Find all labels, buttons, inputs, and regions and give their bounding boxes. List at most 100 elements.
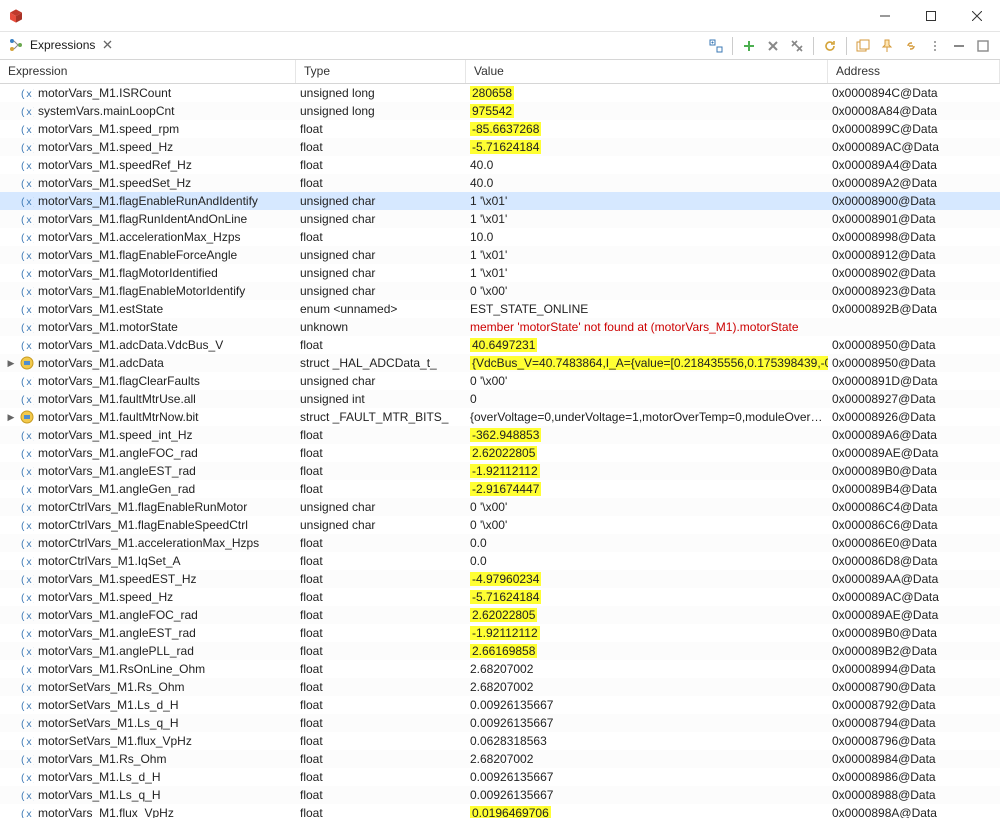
value-cell[interactable]: 1 '\x01' [466,194,828,208]
table-row[interactable]: (x)=motorVars_M1.angleEST_radfloat-1.921… [0,624,1000,642]
table-row[interactable]: (x)=motorSetVars_M1.Rs_Ohmfloat2.6820700… [0,678,1000,696]
table-row[interactable]: (x)=motorVars_M1.flagMotorIdentifiedunsi… [0,264,1000,282]
table-row[interactable]: (x)=systemVars.mainLoopCntunsigned long9… [0,102,1000,120]
table-row[interactable]: (x)=motorCtrlVars_M1.flagEnableSpeedCtrl… [0,516,1000,534]
value-cell[interactable]: 2.62022805 [466,608,828,622]
value-cell[interactable]: 1 '\x01' [466,248,828,262]
refresh-button[interactable] [819,35,841,57]
table-row[interactable]: (x)=motorVars_M1.RsOnLine_Ohmfloat2.6820… [0,660,1000,678]
value-cell[interactable]: 1 '\x01' [466,212,828,226]
value-cell[interactable]: {VdcBus_V=40.7483864,I_A={value=[0.21843… [466,356,828,370]
value-cell[interactable]: {overVoltage=0,underVoltage=1,motorOverT… [466,410,828,424]
col-address[interactable]: Address [828,60,1000,83]
table-row[interactable]: (x)=motorVars_M1.flagClearFaultsunsigned… [0,372,1000,390]
value-cell[interactable]: member 'motorState' not found at (motorV… [466,320,828,334]
table-row[interactable]: (x)=motorVars_M1.Ls_d_Hfloat0.0092613566… [0,768,1000,786]
value-cell[interactable]: 1 '\x01' [466,266,828,280]
value-cell[interactable]: 280658 [466,86,828,100]
table-row[interactable]: (x)=motorSetVars_M1.Ls_d_Hfloat0.0092613… [0,696,1000,714]
value-cell[interactable]: -5.71624184 [466,590,828,604]
link-button[interactable] [900,35,922,57]
table-row[interactable]: (x)=motorVars_M1.speed_Hzfloat-5.7162418… [0,138,1000,156]
value-cell[interactable]: 0.00926135667 [466,716,828,730]
col-expression[interactable]: Expression [0,60,296,83]
value-cell[interactable]: -85.6637268 [466,122,828,136]
value-cell[interactable]: -4.97960234 [466,572,828,586]
table-row[interactable]: (x)=motorCtrlVars_M1.IqSet_Afloat0.00x00… [0,552,1000,570]
table-row[interactable]: (x)=motorVars_M1.speedRef_Hzfloat40.00x0… [0,156,1000,174]
value-cell[interactable]: 0.0628318563 [466,734,828,748]
table-row[interactable]: (x)=motorVars_M1.speed_rpmfloat-85.66372… [0,120,1000,138]
value-cell[interactable]: 0.0196469706 [466,806,828,818]
table-row[interactable]: (x)=motorVars_M1.adcData.VdcBus_Vfloat40… [0,336,1000,354]
panel-minimize-button[interactable] [948,35,970,57]
remove-all-button[interactable] [786,35,808,57]
table-row[interactable]: (x)=motorVars_M1.flagEnableForceAngleuns… [0,246,1000,264]
view-menu-button[interactable] [924,35,946,57]
value-cell[interactable]: 40.0 [466,176,828,190]
table-row[interactable]: (x)=motorCtrlVars_M1.flagEnableRunMotoru… [0,498,1000,516]
value-cell[interactable]: 0.00926135667 [466,788,828,802]
panel-maximize-button[interactable] [972,35,994,57]
window-maximize-button[interactable] [908,0,954,31]
remove-selected-button[interactable] [762,35,784,57]
table-row[interactable]: (x)=motorVars_M1.Rs_Ohmfloat2.682070020x… [0,750,1000,768]
value-cell[interactable]: -1.92112112 [466,464,828,478]
table-row[interactable]: (x)=motorSetVars_M1.flux_VpHzfloat0.0628… [0,732,1000,750]
table-row[interactable]: ▶motorVars_M1.faultMtrNow.bitstruct _FAU… [0,408,1000,426]
table-row[interactable]: (x)=motorVars_M1.flagEnableMotorIdentify… [0,282,1000,300]
table-row[interactable]: (x)=motorVars_M1.angleFOC_radfloat2.6202… [0,444,1000,462]
table-row[interactable]: (x)=motorVars_M1.speedEST_Hzfloat-4.9796… [0,570,1000,588]
value-cell[interactable]: 2.68207002 [466,680,828,694]
pin-button[interactable] [876,35,898,57]
value-cell[interactable]: 0.0 [466,536,828,550]
tab-expressions[interactable]: Expressions [0,32,121,59]
window-close-button[interactable] [954,0,1000,31]
value-cell[interactable]: 40.0 [466,158,828,172]
table-row[interactable]: (x)=motorVars_M1.speedSet_Hzfloat40.00x0… [0,174,1000,192]
table-row[interactable]: (x)=motorVars_M1.motorStateunknownmember… [0,318,1000,336]
table-row[interactable]: (x)=motorVars_M1.angleGen_radfloat-2.916… [0,480,1000,498]
value-cell[interactable]: 0 '\x00' [466,500,828,514]
table-row[interactable]: ▶motorVars_M1.adcDatastruct _HAL_ADCData… [0,354,1000,372]
value-cell[interactable]: 2.66169858 [466,644,828,658]
value-cell[interactable]: -2.91674447 [466,482,828,496]
table-row[interactable]: (x)=motorSetVars_M1.Ls_q_Hfloat0.0092613… [0,714,1000,732]
table-row[interactable]: (x)=motorVars_M1.faultMtrUse.allunsigned… [0,390,1000,408]
table-row[interactable]: (x)=motorVars_M1.accelerationMax_Hzpsflo… [0,228,1000,246]
value-cell[interactable]: -5.71624184 [466,140,828,154]
collapse-all-button[interactable] [705,35,727,57]
value-cell[interactable]: 975542 [466,104,828,118]
value-cell[interactable]: 2.68207002 [466,662,828,676]
expand-twisty[interactable]: ▶ [6,358,16,368]
table-row[interactable]: (x)=motorVars_M1.flagEnableRunAndIdentif… [0,192,1000,210]
table-row[interactable]: (x)=motorVars_M1.speed_Hzfloat-5.7162418… [0,588,1000,606]
table-row[interactable]: (x)=motorVars_M1.speed_int_Hzfloat-362.9… [0,426,1000,444]
table-row[interactable]: (x)=motorVars_M1.angleFOC_radfloat2.6202… [0,606,1000,624]
value-cell[interactable]: 40.6497231 [466,338,828,352]
value-cell[interactable]: -1.92112112 [466,626,828,640]
table-row[interactable]: (x)=motorVars_M1.flagRunIdentAndOnLineun… [0,210,1000,228]
value-cell[interactable]: 2.68207002 [466,752,828,766]
value-cell[interactable]: 0 '\x00' [466,284,828,298]
expand-twisty[interactable]: ▶ [6,412,16,422]
value-cell[interactable]: 0.0 [466,554,828,568]
table-row[interactable]: (x)=motorVars_M1.angleEST_radfloat-1.921… [0,462,1000,480]
add-expression-button[interactable] [738,35,760,57]
col-value[interactable]: Value [466,60,828,83]
table-row[interactable]: (x)=motorVars_M1.flux_VpHzfloat0.0196469… [0,804,1000,818]
table-row[interactable]: (x)=motorCtrlVars_M1.accelerationMax_Hzp… [0,534,1000,552]
value-cell[interactable]: 10.0 [466,230,828,244]
col-type[interactable]: Type [296,60,466,83]
value-cell[interactable]: 0 [466,392,828,406]
table-row[interactable]: (x)=motorVars_M1.Ls_q_Hfloat0.0092613566… [0,786,1000,804]
value-cell[interactable]: 0.00926135667 [466,698,828,712]
value-cell[interactable]: 0.00926135667 [466,770,828,784]
table-row[interactable]: (x)=motorVars_M1.ISRCountunsigned long28… [0,84,1000,102]
value-cell[interactable]: 0 '\x00' [466,518,828,532]
table-row[interactable]: (x)=motorVars_M1.estStateenum <unnamed>E… [0,300,1000,318]
value-cell[interactable]: -362.948853 [466,428,828,442]
window-minimize-button[interactable] [862,0,908,31]
value-cell[interactable]: EST_STATE_ONLINE [466,302,828,316]
value-cell[interactable]: 0 '\x00' [466,374,828,388]
